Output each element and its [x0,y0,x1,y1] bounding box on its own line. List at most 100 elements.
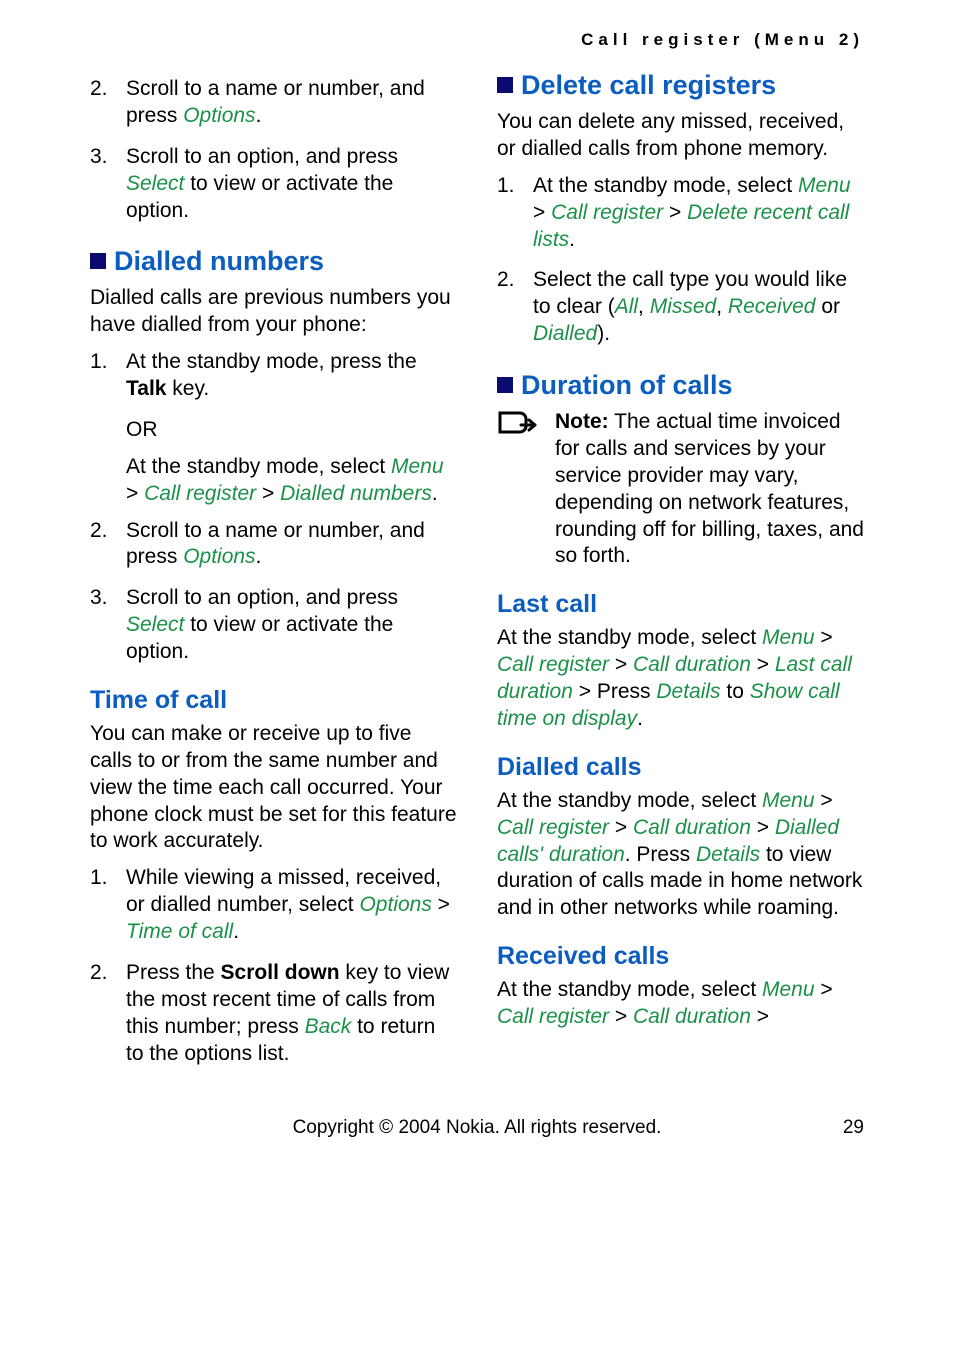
step-number: 2. [90,76,108,103]
menu-option: Call duration [633,653,751,676]
menu-option: Select [126,172,184,195]
text: > Press [573,680,656,703]
text: > [533,201,551,224]
list-item: 3. Scroll to an option, and press Select… [90,144,457,225]
section-heading-duration-of-calls: Duration of calls [497,370,864,401]
subheading-time-of-call: Time of call [90,686,457,715]
heading-text: Dialled numbers [114,246,324,276]
text: > [751,653,775,676]
bullet-square-icon [90,253,106,269]
text: > [432,893,450,916]
subheading-dialled-calls: Dialled calls [497,753,864,782]
list-item: 1. At the standby mode, press the Talk k… [90,349,457,403]
text: The actual time invoiced for calls and s… [555,410,864,567]
text: . [256,104,262,127]
menu-option: Options [183,104,255,127]
text: > [609,1005,633,1028]
text: , [638,295,650,318]
bullet-square-icon [497,377,513,393]
step-number: 1. [497,173,515,200]
menu-option: Call register [497,1005,609,1028]
text: Scroll to an option, and press [126,586,398,609]
copyright: Copyright © 2004 Nokia. All rights reser… [293,1117,662,1139]
step-number: 3. [90,585,108,612]
menu-option: Call register [551,201,663,224]
list-item: 2. Select the call type you would like t… [497,267,864,348]
menu-option: Menu [391,455,444,478]
text: . [569,228,575,251]
menu-option: Options [359,893,431,916]
heading-text: Delete call registers [521,70,776,100]
menu-option: Details [696,843,760,866]
text: > [751,1005,769,1028]
step-number: 1. [90,349,108,376]
list-item: 2. Scroll to a name or number, and press… [90,518,457,572]
paragraph: Dialled calls are previous numbers you h… [90,285,457,339]
step-number: 2. [90,518,108,545]
step-number: 1. [90,865,108,892]
section-heading-delete-call-registers: Delete call registers [497,70,864,101]
menu-option: Time of call [126,920,233,943]
left-column: 2. Scroll to a name or number, and press… [90,70,457,1081]
menu-option: All [615,295,638,318]
step-number: 3. [90,144,108,171]
list-item: 2. Press the Scroll down key to view the… [90,960,457,1068]
menu-option: Menu [762,978,815,1001]
text: > [751,816,775,839]
text: > [663,201,687,224]
text: , [716,295,728,318]
menu-option: Select [126,613,184,636]
right-column: Delete call registers You can delete any… [497,70,864,1081]
text: > [126,482,144,505]
paragraph: At the standby mode, select Menu > Call … [497,977,864,1031]
footer: Copyright © 2004 Nokia. All rights reser… [90,1117,864,1139]
step-number: 2. [497,267,515,294]
menu-option: Menu [798,174,851,197]
key-name: Talk [126,377,166,400]
menu-option: Call register [497,816,609,839]
paragraph: At the standby mode, select Menu > Call … [497,625,864,733]
running-header: Call register (Menu 2) [90,30,864,50]
subheading-last-call: Last call [497,590,864,619]
text: Scroll to an option, and press [126,145,398,168]
text: Scroll to a name or number, and press [126,77,425,127]
list-item: 3. Scroll to an option, and press Select… [90,585,457,666]
text: . [637,707,643,730]
text: > [815,626,833,649]
note-block: Note: The actual time invoiced for calls… [497,409,864,570]
text: > [815,789,833,812]
text: or [815,295,840,318]
paragraph: You can make or receive up to five calls… [90,721,457,855]
text: > [256,482,280,505]
menu-option: Dialled numbers [280,482,432,505]
text: At the standby mode, select [533,174,798,197]
note-text: Note: The actual time invoiced for calls… [555,409,864,570]
menu-option: Menu [762,626,815,649]
text: key. [166,377,209,400]
or-label: OR [126,417,457,444]
menu-option: Back [305,1015,352,1038]
text: . [233,920,239,943]
page-number: 29 [843,1117,864,1139]
menu-option: Options [183,545,255,568]
menu-option: Missed [650,295,717,318]
text: ). [597,322,610,345]
text: > [815,978,833,1001]
list-item: 1. While viewing a missed, received, or … [90,865,457,946]
heading-text: Duration of calls [521,370,733,400]
text: Scroll to a name or number, and press [126,519,425,569]
text: > [609,816,633,839]
list-item: 2. Scroll to a name or number, and press… [90,76,457,130]
text: At the standby mode, select [126,455,391,478]
text: At the standby mode, press the [126,350,417,373]
text: > [609,653,633,676]
menu-option: Call duration [633,1005,751,1028]
text: At the standby mode, select [497,978,762,1001]
step-number: 2. [90,960,108,987]
text: . Press [625,843,696,866]
note-label: Note: [555,410,609,433]
bullet-square-icon [497,77,513,93]
list-item: 1. At the standby mode, select Menu > Ca… [497,173,864,254]
text: At the standby mode, select [497,789,762,812]
menu-option: Details [656,680,720,703]
